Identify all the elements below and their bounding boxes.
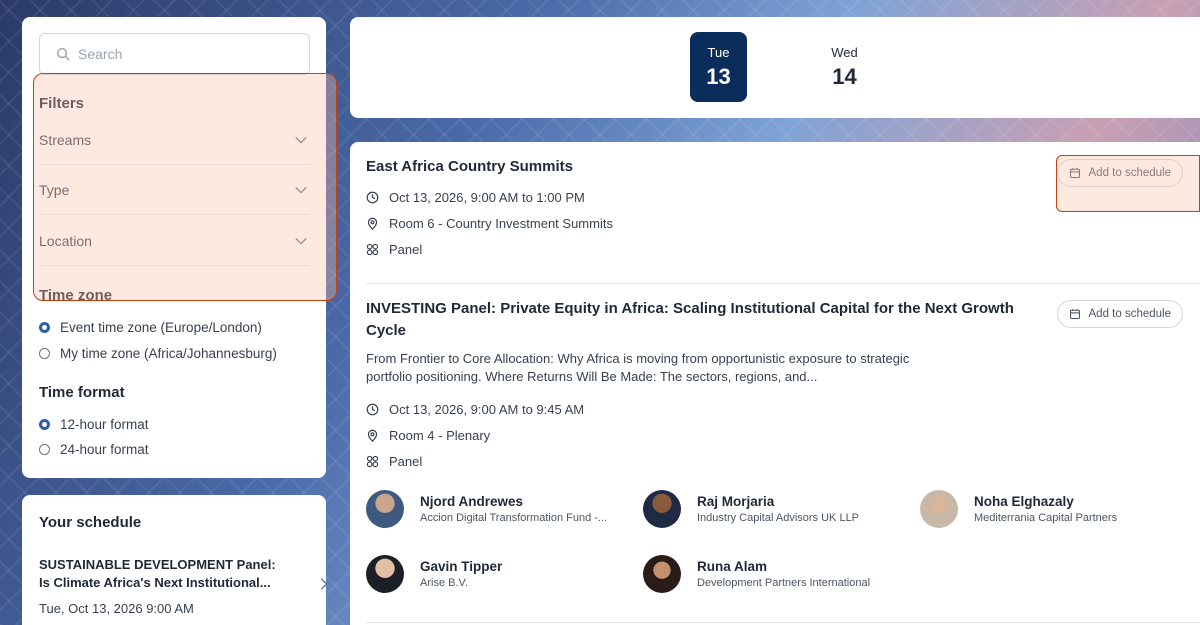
grid-icon	[366, 455, 379, 467]
radio-empty-icon	[39, 444, 50, 455]
add-to-schedule-button[interactable]: Add to schedule	[1056, 300, 1183, 328]
speaker-card[interactable]: Noha Elghazaly Mediterrania Capital Part…	[920, 490, 1117, 528]
speaker-name: Noha Elghazaly	[974, 494, 1074, 509]
add-button-label: Add to schedule	[1088, 308, 1171, 320]
timeformat-option-12h[interactable]: 12-hour format	[39, 417, 149, 432]
session-location: Room 6 - Country Investment Summits	[366, 210, 1196, 236]
date-selector: Tue 13 Wed 14	[350, 17, 1200, 118]
avatar	[366, 490, 404, 528]
speaker-name: Gavin Tipper	[420, 559, 503, 574]
speaker-org: Mediterrania Capital Partners	[974, 512, 1118, 524]
radio-label: Event time zone (Europe/London)	[60, 320, 262, 335]
session-time: Oct 13, 2026, 9:00 AM to 9:45 AM	[366, 396, 1196, 422]
speaker-card[interactable]: Raj Morjaria Industry Capital Advisors U…	[643, 490, 859, 528]
add-button-label: Add to schedule	[1088, 167, 1171, 179]
avatar	[920, 490, 958, 528]
session-type-text: Panel	[389, 241, 423, 257]
grid-icon	[366, 243, 379, 255]
schedule-item-date: Tue, Oct 13, 2026 9:00 AM	[39, 601, 194, 616]
clock-icon	[366, 191, 379, 203]
day-tab-tue[interactable]: Tue 13	[690, 32, 747, 102]
speaker-org: Industry Capital Advisors UK LLP	[697, 512, 860, 524]
day-name: Wed	[831, 44, 858, 60]
speaker-org: Development Partners International	[697, 577, 871, 589]
session-divider	[366, 283, 1200, 284]
speaker-name: Njord Andrewes	[420, 494, 524, 509]
chevron-down-icon	[295, 237, 307, 245]
radio-label: 12-hour format	[60, 417, 149, 432]
clock-icon	[366, 403, 379, 415]
session-title[interactable]: East Africa Country Summits	[366, 156, 1036, 178]
speaker-name: Raj Morjaria	[697, 494, 775, 509]
session-type-text: Panel	[389, 453, 423, 469]
day-number: 13	[706, 63, 731, 89]
filter-label: Type	[39, 181, 70, 198]
filter-type[interactable]: Type	[39, 165, 310, 215]
session-location: Room 4 - Plenary	[366, 422, 1196, 448]
schedule-item-title[interactable]: SUSTAINABLE DEVELOPMENT Panel: Is Climat…	[39, 556, 289, 592]
speaker-org: Arise B.V.	[420, 577, 468, 589]
speaker-card[interactable]: Runa Alam Development Partners Internati…	[643, 555, 870, 593]
sessions-list: East Africa Country Summits Oct 13, 2026…	[350, 142, 1200, 625]
filter-label: Streams	[39, 131, 92, 148]
session-time-text: Oct 13, 2026, 9:00 AM to 1:00 PM	[389, 189, 585, 205]
filter-streams[interactable]: Streams	[39, 115, 310, 165]
session-time-text: Oct 13, 2026, 9:00 AM to 9:45 AM	[389, 401, 585, 417]
radio-selected-icon	[39, 322, 50, 333]
avatar	[366, 555, 404, 593]
schedule-heading: Your schedule	[39, 514, 142, 531]
filter-panel: Search Filters Streams Type Location Tim…	[22, 17, 326, 478]
calendar-add-icon	[1069, 168, 1080, 179]
day-name: Tue	[707, 44, 730, 60]
session-title[interactable]: INVESTING Panel: Private Equity in Afric…	[366, 298, 1036, 342]
session-time: Oct 13, 2026, 9:00 AM to 1:00 PM	[366, 184, 1196, 210]
radio-label: My time zone (Africa/Johannesburg)	[60, 346, 277, 361]
chevron-right-icon[interactable]	[318, 577, 330, 591]
search-icon	[57, 48, 70, 61]
speaker-card[interactable]: Njord Andrewes Accion Digital Transforma…	[366, 490, 607, 528]
timezone-option-mine[interactable]: My time zone (Africa/Johannesburg)	[39, 346, 277, 361]
avatar	[643, 555, 681, 593]
session-divider	[366, 622, 1200, 623]
day-number: 14	[832, 63, 857, 89]
radio-label: 24-hour format	[60, 442, 149, 457]
chevron-down-icon	[295, 136, 307, 144]
timeformat-heading: Time format	[39, 384, 125, 401]
speaker-card[interactable]: Gavin Tipper Arise B.V.	[366, 555, 502, 593]
day-tab-wed[interactable]: Wed 14	[816, 32, 873, 102]
add-to-schedule-button[interactable]: Add to schedule	[1056, 159, 1183, 187]
session-location-text: Room 4 - Plenary	[389, 427, 491, 443]
filter-location[interactable]: Location	[39, 216, 310, 266]
avatar	[643, 490, 681, 528]
session-description: From Frontier to Core Allocation: Why Af…	[366, 351, 910, 384]
session-location-text: Room 6 - Country Investment Summits	[389, 215, 613, 231]
session-type: Panel	[366, 236, 1196, 262]
radio-empty-icon	[39, 348, 50, 359]
search-placeholder: Search	[78, 46, 123, 62]
timezone-heading: Time zone	[39, 287, 113, 304]
location-pin-icon	[367, 217, 378, 230]
session-type: Panel	[366, 448, 1196, 474]
location-pin-icon	[367, 429, 378, 442]
filters-heading: Filters	[39, 95, 85, 112]
radio-selected-icon	[39, 419, 50, 430]
calendar-add-icon	[1069, 309, 1080, 320]
chevron-down-icon	[295, 186, 307, 194]
speaker-name: Runa Alam	[697, 559, 768, 574]
filter-label: Location	[39, 232, 92, 249]
timeformat-option-24h[interactable]: 24-hour format	[39, 442, 149, 457]
timezone-option-event[interactable]: Event time zone (Europe/London)	[39, 320, 262, 335]
speaker-org: Accion Digital Transformation Fund -...	[420, 512, 608, 524]
schedule-panel: Your schedule SUSTAINABLE DEVELOPMENT Pa…	[22, 495, 328, 625]
search-input[interactable]: Search	[39, 33, 310, 75]
